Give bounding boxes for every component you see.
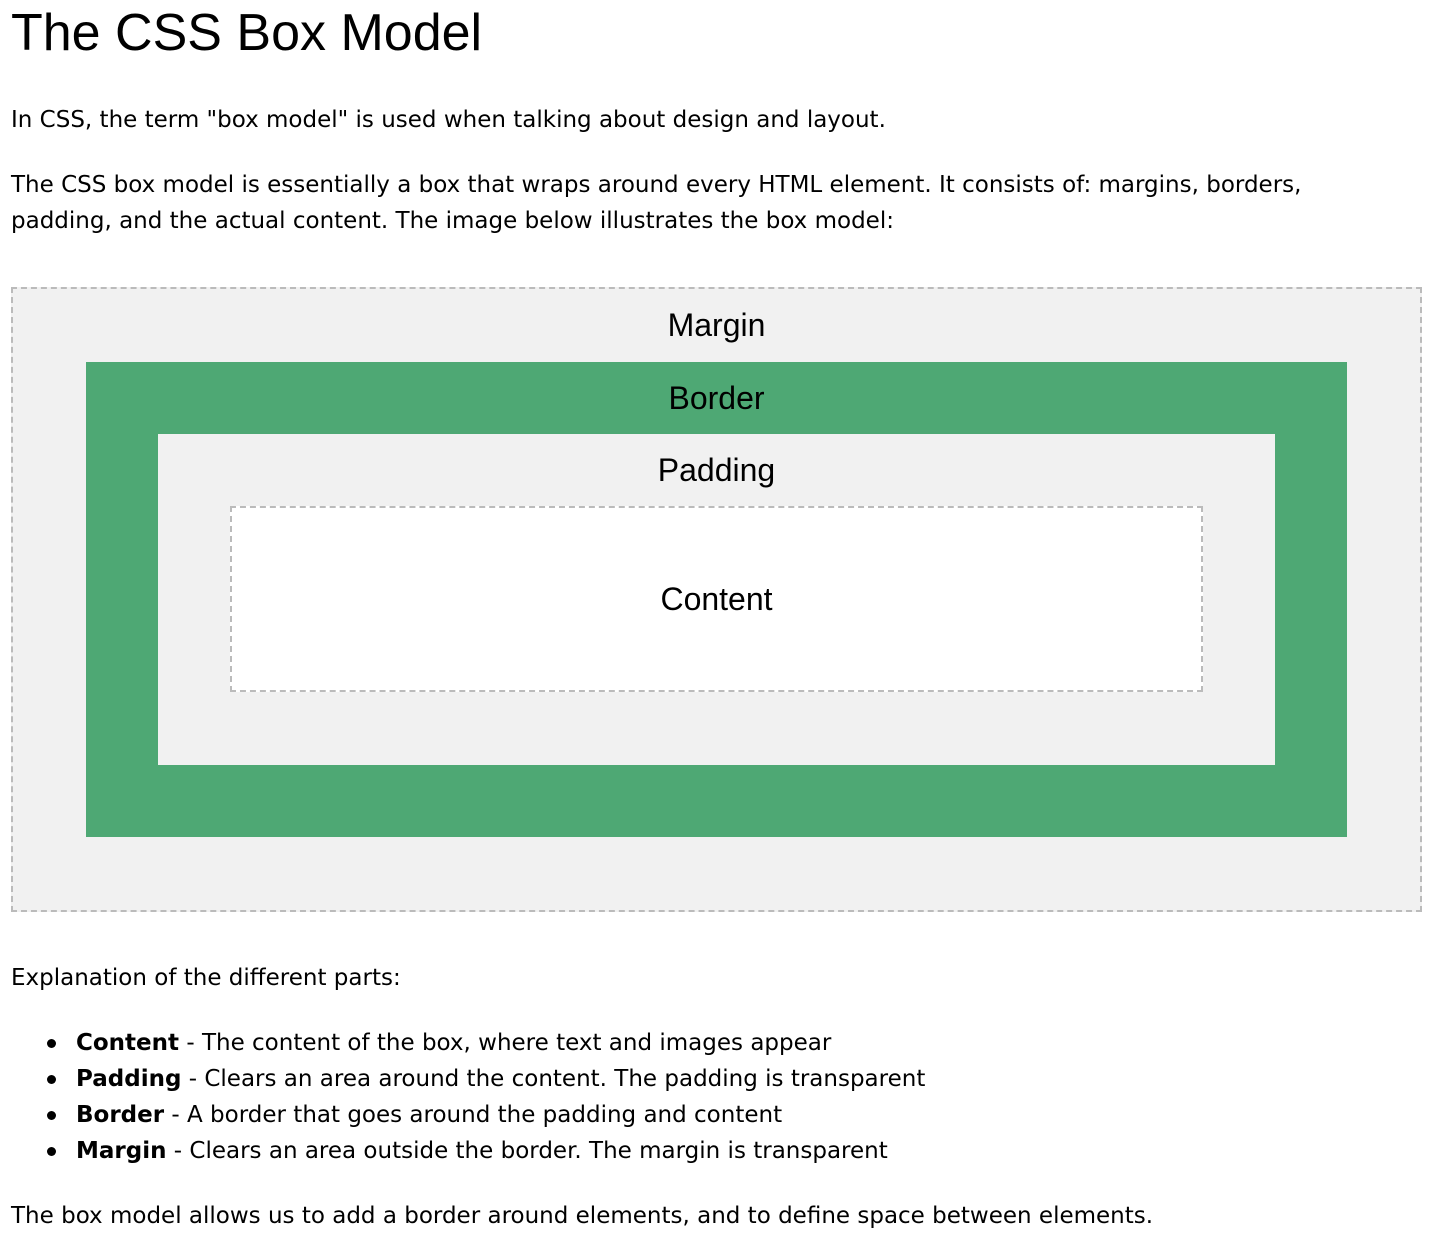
padding-box: Padding Content [158,434,1275,765]
content-label: Content [660,581,773,617]
list-item-description: - Clears an area around the content. The… [181,1066,926,1092]
bullet-icon [47,1111,56,1120]
box-model-description-line-1: The CSS box model is essentially a box t… [11,172,1302,198]
list-item-term: Margin [76,1138,167,1164]
page-title: The CSS Box Model [11,4,483,62]
list-item-term: Border [76,1102,165,1128]
intro-paragraph: In CSS, the term "box model" is used whe… [11,107,886,133]
list-item-description: - Clears an area outside the border. The… [166,1138,888,1164]
bullet-icon [47,1147,56,1156]
list-item-term: Padding [76,1066,182,1092]
border-box: Border Padding Content [86,362,1347,837]
border-label: Border [668,380,765,416]
list-item: Border - A border that goes around the p… [0,1097,925,1133]
list-item-description: - The content of the box, where text and… [179,1030,832,1056]
padding-label: Padding [657,452,776,488]
list-item: Content - The content of the box, where … [0,1025,925,1061]
content-box: Content [230,506,1203,692]
margin-box: Margin Border Padding Content [11,287,1422,912]
parts-list: Content - The content of the box, where … [0,1025,925,1169]
list-item: Padding - Clears an area around the cont… [0,1061,925,1097]
list-item: Margin - Clears an area outside the bord… [0,1133,925,1169]
bullet-icon [47,1039,56,1048]
bullet-icon [47,1075,56,1084]
box-model-description-line-2: padding, and the actual content. The ima… [11,208,894,234]
list-item-term: Content [76,1030,180,1056]
margin-label: Margin [667,307,766,343]
list-item-description: - A border that goes around the padding … [164,1102,783,1128]
explanation-heading: Explanation of the different parts: [11,965,401,991]
closing-paragraph: The box model allows us to add a border … [11,1203,1154,1229]
